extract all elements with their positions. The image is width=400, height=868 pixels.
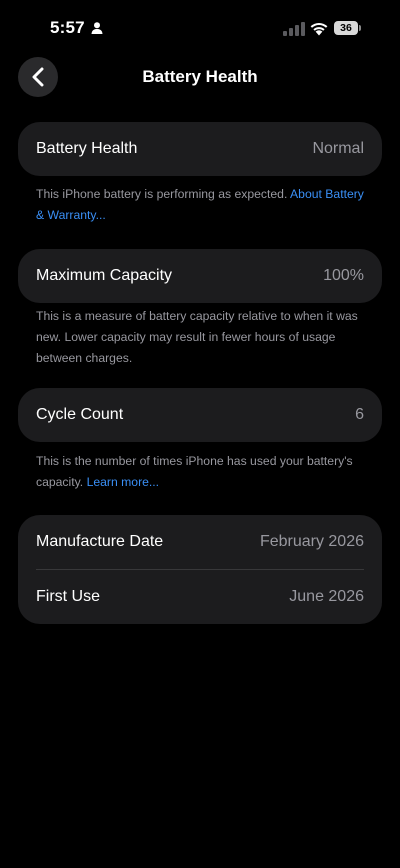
battery-health-row[interactable]: Battery Health Normal [18,122,382,176]
maximum-capacity-value: 100% [323,267,364,284]
maximum-capacity-label: Maximum Capacity [36,267,173,284]
battery-indicator: 36 [334,21,362,35]
battery-tip [359,25,361,31]
maximum-capacity-row: Maximum Capacity 100% [18,249,382,303]
person-icon [91,22,103,34]
battery-health-value: Normal [312,140,364,157]
first-use-label: First Use [36,588,100,605]
battery-health-note-text: This iPhone battery is performing as exp… [36,187,291,201]
page-title: Battery Health [142,67,258,86]
battery-health-label: Battery Health [36,140,138,157]
battery-health-note: This iPhone battery is performing as exp… [36,184,366,226]
cellular-signal-icon [283,22,305,36]
maximum-capacity-note: This is a measure of battery capacity re… [36,309,358,365]
learn-more-link[interactable]: Learn more... [87,475,159,489]
first-use-row: First Use June 2026 [18,570,382,624]
manufacture-date-label: Manufacture Date [36,533,164,550]
maximum-capacity-card: Maximum Capacity 100% [18,249,382,303]
first-use-value: June 2026 [289,588,364,605]
battery-level: 36 [334,21,358,35]
cycle-count-note: This is the number of times iPhone has u… [36,451,366,493]
battery-health-card[interactable]: Battery Health Normal [18,122,382,176]
status-time: 5:57 [50,18,85,37]
cycle-count-note-text: This is the number of times iPhone has u… [36,454,353,489]
dates-card: Manufacture Date February 2026 First Use… [18,515,382,624]
status-bar: 5:57 36 [0,0,400,56]
cycle-count-value: 6 [355,406,364,423]
cycle-count-label: Cycle Count [36,406,124,423]
cycle-count-row: Cycle Count 6 [18,388,382,442]
manufacture-date-value: February 2026 [259,533,364,550]
wifi-icon [310,22,328,36]
cycle-count-card: Cycle Count 6 [18,388,382,442]
manufacture-date-row: Manufacture Date February 2026 [18,515,382,569]
